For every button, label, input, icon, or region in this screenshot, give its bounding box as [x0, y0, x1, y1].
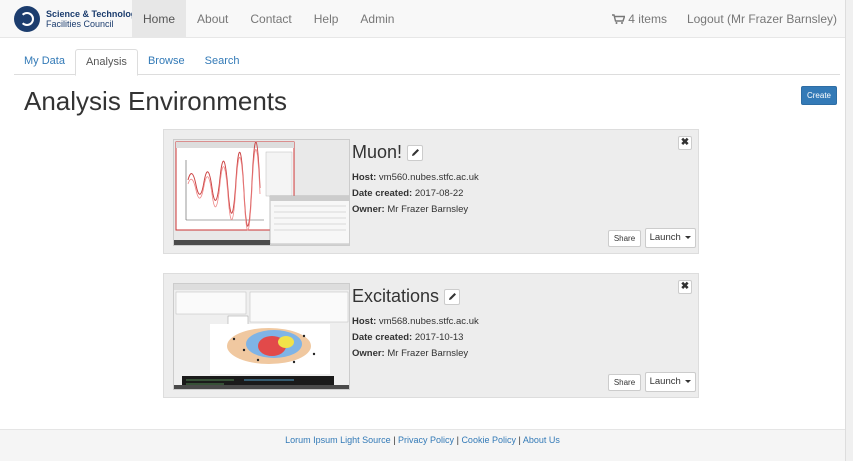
logout-link[interactable]: Logout (Mr Frazer Barnsley): [687, 12, 837, 26]
shopping-cart-icon: [612, 14, 626, 24]
page-scrollbar[interactable]: [845, 0, 853, 461]
delete-button[interactable]: ✖: [678, 136, 692, 150]
host-label: Host:: [352, 316, 377, 327]
caret-down-icon: [685, 235, 692, 239]
environment-card-muon: Muon! Host: vm560.nubes.stfc.ac.uk Date …: [163, 129, 699, 254]
tab-my-data[interactable]: My Data: [14, 49, 75, 75]
owner-value: Mr Frazer Barnsley: [387, 348, 469, 359]
launch-label: Launch: [649, 232, 681, 243]
launch-label: Launch: [649, 376, 681, 387]
footer-separator: |: [518, 435, 521, 445]
footer: Lorum Ipsum Light Source | Privacy Polic…: [0, 429, 845, 461]
delete-button[interactable]: ✖: [678, 280, 692, 294]
date-label: Date created:: [352, 332, 413, 343]
environment-thumbnail[interactable]: [173, 139, 350, 246]
environment-card-excitations: Excitations Host: vm568.nubes.stfc.ac.uk…: [163, 273, 699, 398]
host-line: Host: vm560.nubes.stfc.ac.uk: [352, 172, 479, 183]
launch-dropdown-button[interactable]: Launch: [645, 228, 696, 248]
owner-value: Mr Frazer Barnsley: [387, 204, 469, 215]
footer-link-lorum-ipsum[interactable]: Lorum Ipsum Light Source: [285, 435, 391, 445]
share-button[interactable]: Share: [608, 374, 641, 391]
environment-title-row: Muon!: [352, 142, 424, 163]
host-value: vm568.nubes.stfc.ac.uk: [378, 316, 479, 327]
nav-admin[interactable]: Admin: [349, 0, 405, 38]
brand-logo-link[interactable]: Science & Technology Facilities Council: [14, 6, 141, 32]
environment-title-row: Excitations: [352, 286, 461, 307]
host-label: Host:: [352, 172, 377, 183]
tab-analysis[interactable]: Analysis: [74, 49, 138, 76]
nav-help[interactable]: Help: [303, 0, 350, 38]
edit-name-button[interactable]: [444, 288, 461, 305]
caret-down-icon: [685, 379, 692, 383]
date-line: Date created: 2017-08-22: [352, 188, 463, 199]
launch-dropdown-button[interactable]: Launch: [645, 372, 696, 392]
nav-contact[interactable]: Contact: [239, 0, 302, 38]
brand-name: Science & Technology: [46, 9, 142, 19]
stfc-logo-icon: [14, 6, 40, 32]
owner-label: Owner:: [352, 204, 385, 215]
pencil-icon: [448, 293, 456, 300]
edit-name-button[interactable]: [407, 144, 424, 161]
main-nav: Home About Contact Help Admin: [132, 0, 405, 38]
footer-link-cookie[interactable]: Cookie Policy: [461, 435, 516, 445]
host-line: Host: vm568.nubes.stfc.ac.uk: [352, 316, 479, 327]
date-value: 2017-10-13: [414, 332, 464, 343]
close-icon: ✖: [680, 281, 690, 292]
date-label: Date created:: [352, 188, 413, 199]
pencil-icon: [411, 149, 419, 156]
cart-count: 4 items: [628, 12, 667, 26]
footer-link-privacy[interactable]: Privacy Policy: [398, 435, 454, 445]
date-line: Date created: 2017-10-13: [352, 332, 463, 343]
owner-line: Owner: Mr Frazer Barnsley: [352, 204, 468, 215]
footer-separator: |: [393, 435, 396, 445]
tab-browse[interactable]: Browse: [138, 49, 195, 75]
section-tabs: My Data Analysis Browse Search: [14, 49, 840, 76]
environment-name: Excitations: [352, 286, 440, 306]
navbar: Science & Technology Facilities Council …: [0, 0, 845, 38]
footer-link-about-us[interactable]: About Us: [523, 435, 560, 445]
share-button[interactable]: Share: [608, 230, 641, 247]
footer-separator: |: [456, 435, 459, 445]
create-button[interactable]: Create: [801, 86, 837, 105]
owner-label: Owner:: [352, 348, 385, 359]
nav-home[interactable]: Home: [132, 0, 187, 38]
environment-name: Muon!: [352, 142, 403, 162]
cart-link[interactable]: 4 items: [612, 12, 667, 26]
close-icon: ✖: [680, 137, 690, 148]
environment-thumbnail[interactable]: [173, 283, 350, 390]
date-value: 2017-08-22: [414, 188, 464, 199]
nav-about[interactable]: About: [186, 0, 239, 38]
page-title: Analysis Environments: [24, 86, 287, 116]
tab-search[interactable]: Search: [195, 49, 250, 75]
owner-line: Owner: Mr Frazer Barnsley: [352, 348, 468, 359]
brand-subname: Facilities Council: [46, 19, 114, 29]
host-value: vm560.nubes.stfc.ac.uk: [378, 172, 479, 183]
